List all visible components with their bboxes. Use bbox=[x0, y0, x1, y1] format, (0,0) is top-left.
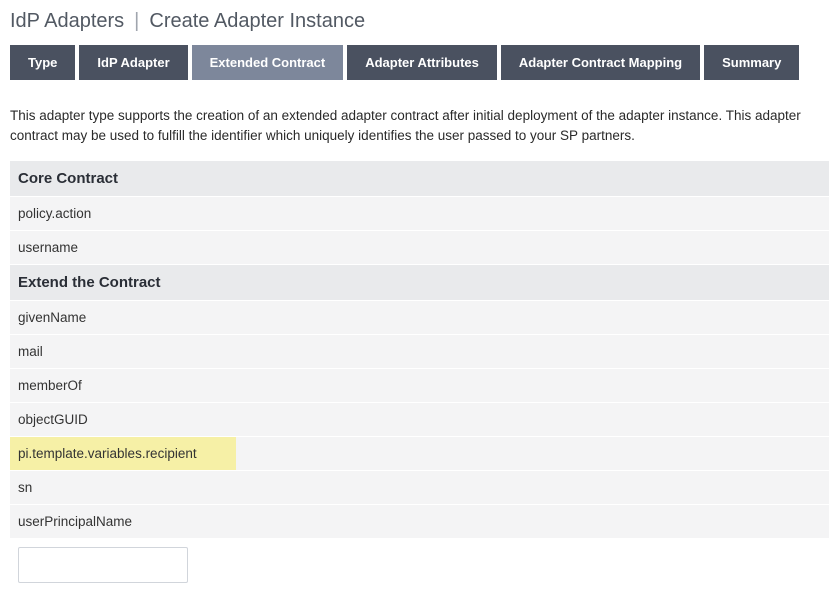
tab-bar: Type IdP Adapter Extended Contract Adapt… bbox=[0, 45, 831, 80]
extend-contract-item: objectGUID bbox=[10, 403, 829, 436]
extend-contract-item-label: objectGUID bbox=[18, 412, 88, 427]
extend-contract-item: mail bbox=[10, 335, 829, 368]
extend-contract-item: memberOf bbox=[10, 369, 829, 402]
extend-contract-item: userPrincipalName bbox=[10, 505, 829, 538]
extend-contract-header: Extend the Contract bbox=[10, 265, 829, 300]
core-contract-item: policy.action bbox=[10, 197, 829, 230]
extend-contract-item: givenName bbox=[10, 301, 829, 334]
tab-idp-adapter[interactable]: IdP Adapter bbox=[79, 45, 187, 80]
extend-contract-item-label: mail bbox=[18, 344, 43, 359]
extend-contract-item: pi.template.variables.recipient bbox=[10, 437, 829, 470]
tab-extended-contract[interactable]: Extended Contract bbox=[192, 45, 344, 80]
tab-adapter-attributes[interactable]: Adapter Attributes bbox=[347, 45, 497, 80]
extend-contract-item-label: sn bbox=[18, 480, 32, 495]
page-description: This adapter type supports the creation … bbox=[0, 102, 831, 161]
extend-contract-item-label: pi.template.variables.recipient bbox=[18, 446, 197, 461]
tab-summary[interactable]: Summary bbox=[704, 45, 799, 80]
add-attribute-row bbox=[10, 539, 829, 591]
page-header: IdP Adapters | Create Adapter Instance bbox=[0, 0, 831, 45]
core-contract-item-label: policy.action bbox=[18, 206, 91, 221]
breadcrumb-divider: | bbox=[134, 10, 139, 33]
add-attribute-input[interactable] bbox=[18, 547, 188, 583]
extend-contract-item-label: givenName bbox=[18, 310, 86, 325]
contract-container: Core Contract policy.action username Ext… bbox=[0, 161, 831, 591]
tab-type[interactable]: Type bbox=[10, 45, 75, 80]
extend-contract-item-label: userPrincipalName bbox=[18, 514, 132, 529]
tab-adapter-contract-mapping[interactable]: Adapter Contract Mapping bbox=[501, 45, 700, 80]
page-title: Create Adapter Instance bbox=[149, 10, 365, 33]
breadcrumb-root[interactable]: IdP Adapters bbox=[10, 10, 124, 33]
core-contract-item: username bbox=[10, 231, 829, 264]
core-contract-header: Core Contract bbox=[10, 161, 829, 196]
extend-contract-item: sn bbox=[10, 471, 829, 504]
core-contract-item-label: username bbox=[18, 240, 78, 255]
extend-contract-item-label: memberOf bbox=[18, 378, 82, 393]
